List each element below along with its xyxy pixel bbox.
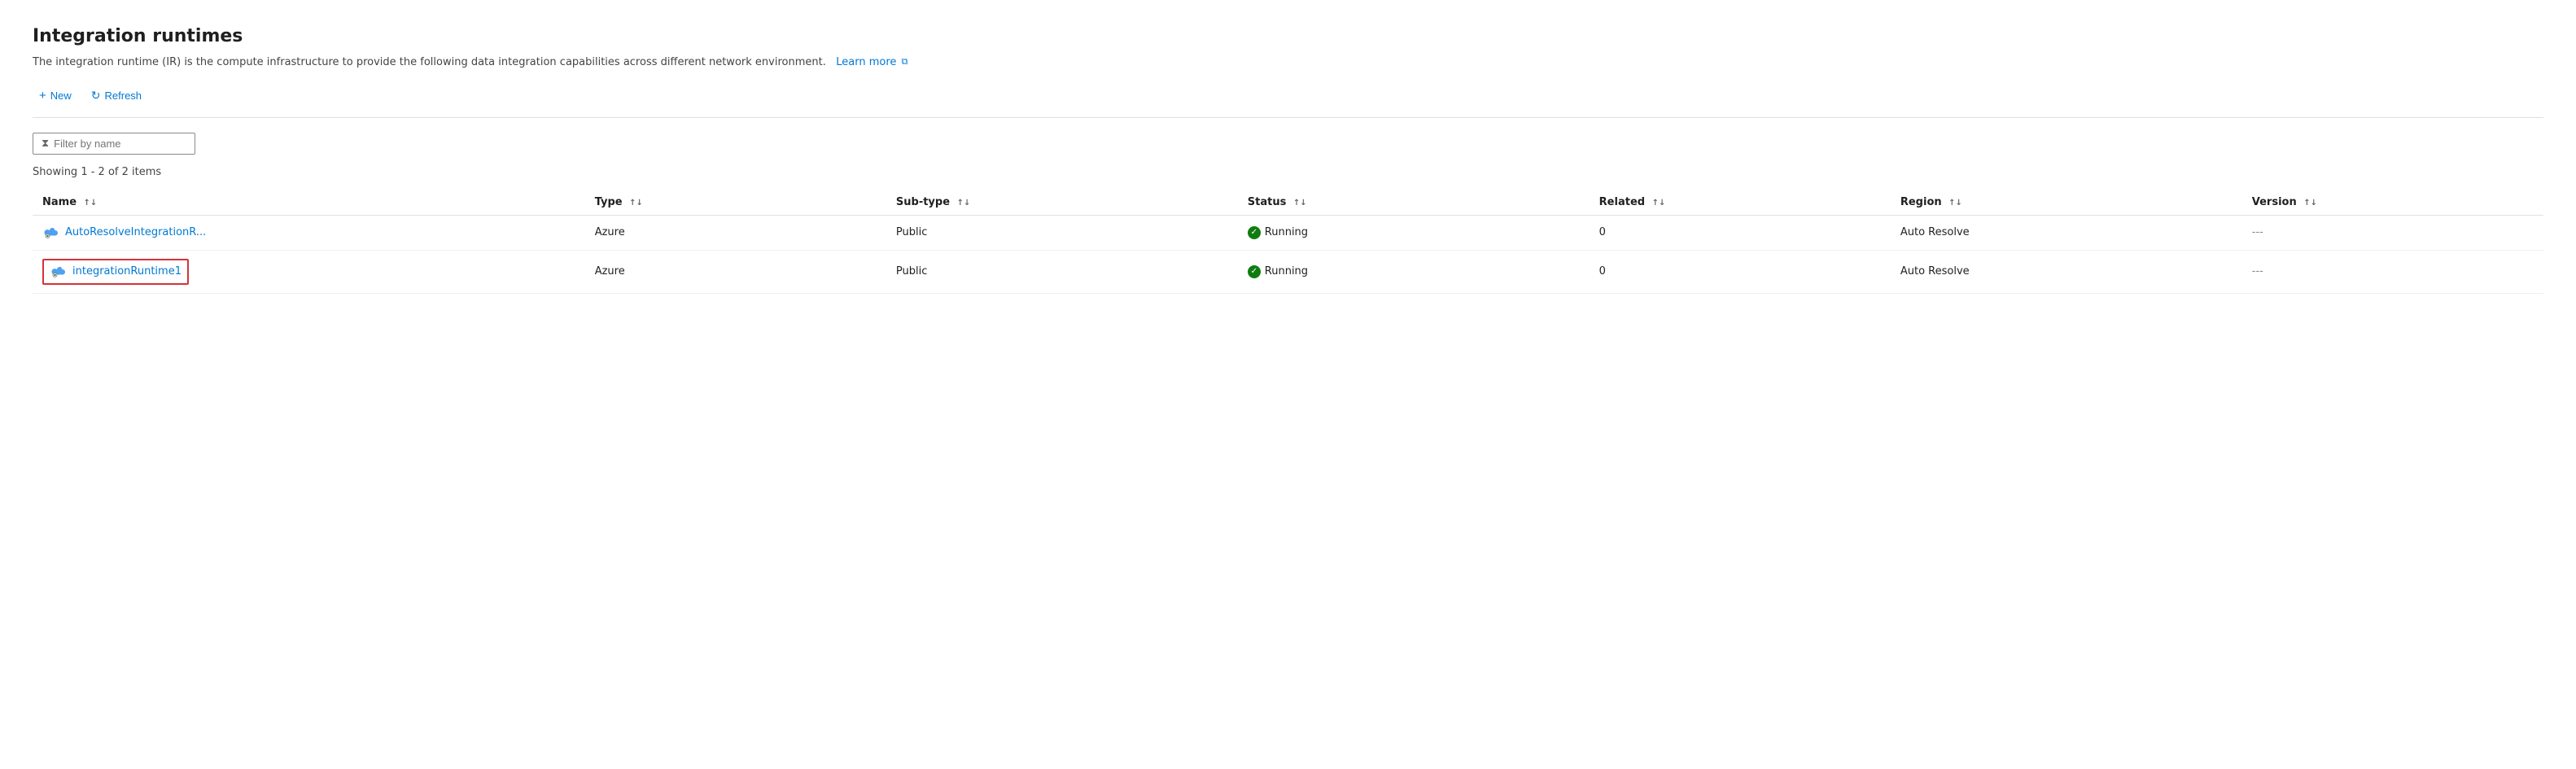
status-check-icon: ✓ — [1248, 226, 1261, 239]
cell-version: --- — [2242, 215, 2543, 250]
col-header-version[interactable]: Version ↑↓ — [2242, 190, 2543, 216]
selected-name-cell: integrationRuntime1 — [42, 259, 189, 285]
runtimes-table: Name ↑↓ Type ↑↓ Sub-type ↑↓ Status ↑↓ Re… — [33, 190, 2543, 294]
table-row: AutoResolveIntegrationR... AzurePublic ✓… — [33, 215, 2543, 250]
sort-subtype-icon: ↑↓ — [957, 199, 971, 208]
cell-subtype: Public — [886, 215, 1238, 250]
sort-region-icon: ↑↓ — [1948, 199, 1962, 208]
cell-version: --- — [2242, 250, 2543, 293]
sort-type-icon: ↑↓ — [629, 199, 643, 208]
cell-subtype: Public — [886, 250, 1238, 293]
cell-type: Azure — [585, 215, 886, 250]
learn-more-link[interactable]: Learn more ⧉ — [833, 56, 908, 68]
col-header-related[interactable]: Related ↑↓ — [1590, 190, 1891, 216]
new-button[interactable]: + New — [33, 85, 78, 106]
cell-related: 0 — [1590, 215, 1891, 250]
col-header-region[interactable]: Region ↑↓ — [1891, 190, 2242, 216]
cell-name: AutoResolveIntegrationR... — [33, 215, 585, 250]
sort-name-icon: ↑↓ — [84, 199, 98, 208]
cell-region: Auto Resolve — [1891, 215, 2242, 250]
table-header-row: Name ↑↓ Type ↑↓ Sub-type ↑↓ Status ↑↓ Re… — [33, 190, 2543, 216]
refresh-button[interactable]: ↻ Refresh — [85, 85, 148, 106]
sort-related-icon: ↑↓ — [1652, 199, 1666, 208]
cell-status: ✓ Running — [1238, 215, 1590, 250]
cell-name: integrationRuntime1 — [33, 250, 585, 293]
status-check-icon: ✓ — [1248, 265, 1261, 278]
filter-box[interactable]: ⧗ — [33, 133, 195, 155]
page-description: The integration runtime (IR) is the comp… — [33, 55, 2543, 71]
azure-runtime-icon — [42, 224, 60, 242]
filter-icon: ⧗ — [42, 138, 49, 150]
status-running: ✓ Running — [1248, 265, 1580, 278]
sort-version-icon: ↑↓ — [2303, 199, 2317, 208]
cell-status: ✓ Running — [1238, 250, 1590, 293]
runtime-name-link[interactable]: AutoResolveIntegrationR... — [42, 224, 575, 242]
cell-type: Azure — [585, 250, 886, 293]
table-row: integrationRuntime1 AzurePublic ✓ Runnin… — [33, 250, 2543, 293]
col-header-status[interactable]: Status ↑↓ — [1238, 190, 1590, 216]
status-label: Running — [1265, 226, 1308, 238]
cell-related: 0 — [1590, 250, 1891, 293]
col-header-subtype[interactable]: Sub-type ↑↓ — [886, 190, 1238, 216]
plus-icon: + — [39, 89, 46, 103]
runtime-name-link[interactable]: integrationRuntime1 — [72, 265, 182, 277]
azure-runtime-icon — [50, 263, 68, 281]
showing-count: Showing 1 - 2 of 2 items — [33, 166, 2543, 178]
page-title: Integration runtimes — [33, 26, 2543, 46]
refresh-icon: ↻ — [91, 89, 101, 103]
col-header-name[interactable]: Name ↑↓ — [33, 190, 585, 216]
cell-region: Auto Resolve — [1891, 250, 2242, 293]
sort-status-icon: ↑↓ — [1293, 199, 1307, 208]
status-running: ✓ Running — [1248, 226, 1580, 239]
filter-input[interactable] — [54, 138, 186, 150]
toolbar: + New ↻ Refresh — [33, 85, 2543, 118]
external-link-icon: ⧉ — [902, 56, 908, 67]
status-label: Running — [1265, 265, 1308, 277]
col-header-type[interactable]: Type ↑↓ — [585, 190, 886, 216]
